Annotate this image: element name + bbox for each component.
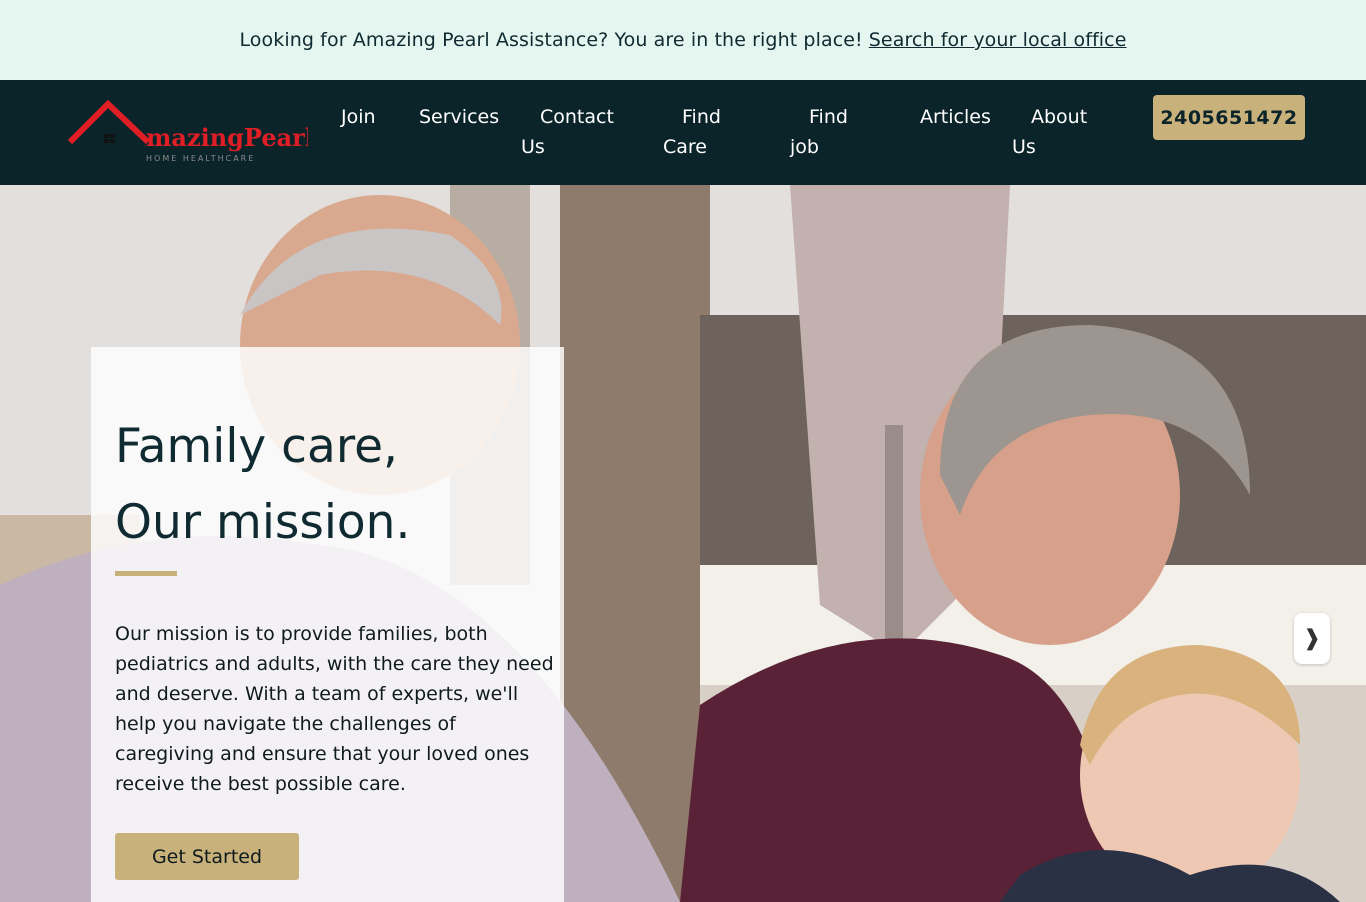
nav-contact-us[interactable]: Contact Us [521,102,631,162]
chevron-right-icon: ❱ [1302,626,1322,651]
brand-logo[interactable]: mazingPearl HOME HEALTHCARE [67,98,314,168]
hero-body: Our mission is to provide families, both… [115,623,554,795]
hero-card: Family care, Our mission. Our mission is… [91,347,564,902]
nav-contact-line2: Us [521,136,545,158]
hero-section: Family care, Our mission. Our mission is… [0,185,1366,902]
nav-find-care-line2: Care [663,136,707,158]
hero-title: Family care, Our mission. [115,409,555,561]
main-navigation: mazingPearl HOME HEALTHCARE Join Service… [0,80,1366,185]
house-roof-icon: mazingPearl HOME HEALTHCARE [67,99,314,163]
nav-find-care[interactable]: Find Care [663,102,773,162]
nav-join-label: Join [341,106,376,128]
nav-about-line2: Us [1012,136,1036,158]
hero-title-line1: Family care, [115,419,398,474]
logo-name: mazingPearl [146,123,308,152]
title-underline [115,571,177,576]
nav-contact-line1: Contact [540,106,614,128]
phone-button[interactable]: 2405651472 [1153,95,1305,140]
announcement-bar: Looking for Amazing Pearl Assistance? Yo… [0,0,1366,80]
get-started-button[interactable]: Get Started [115,833,299,880]
nav-find-care-line1: Find [682,106,721,128]
nav-about-us[interactable]: About Us [1012,102,1122,162]
nav-find-job-line1: Find [809,106,848,128]
nav-about-line1: About [1031,106,1088,128]
nav-find-job-line2: job [790,136,819,158]
nav-services[interactable]: Services [419,102,499,132]
logo-tagline: HOME HEALTHCARE [146,154,255,163]
announcement-message: Looking for Amazing Pearl Assistance? Yo… [239,29,863,51]
nav-find-job[interactable]: Find job [790,102,900,162]
nav-articles[interactable]: Articles [920,102,991,132]
nav-join[interactable]: Join [341,102,376,132]
search-local-office-link[interactable]: Search for your local office [869,29,1127,51]
nav-articles-label: Articles [920,106,991,128]
slider-next-button[interactable]: ❱ [1294,613,1330,664]
nav-services-label: Services [419,106,500,128]
hero-title-line2: Our mission. [115,495,411,550]
